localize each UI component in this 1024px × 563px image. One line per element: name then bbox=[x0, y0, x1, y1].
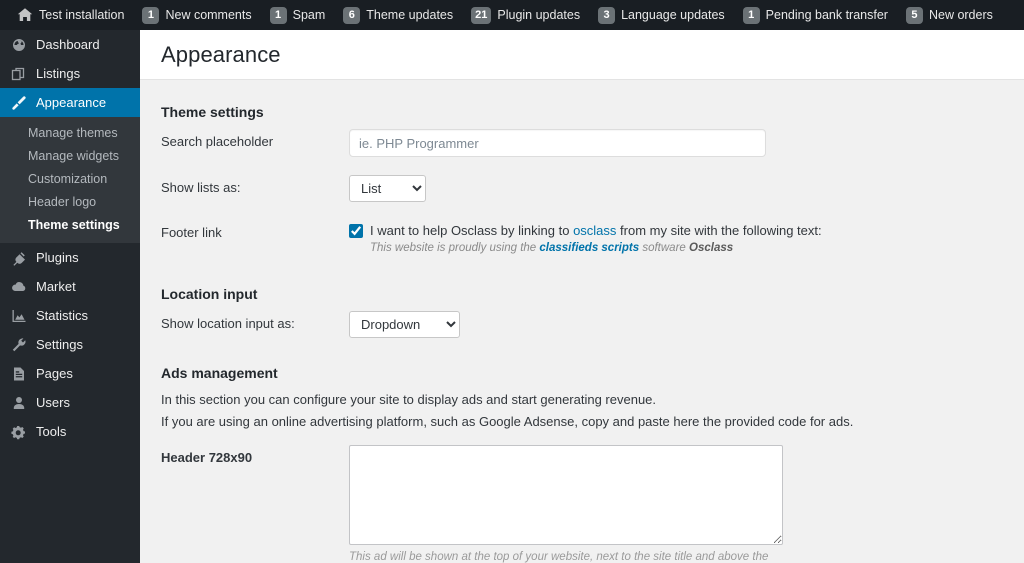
sidebar-item-label: Listings bbox=[36, 66, 81, 81]
row-header-ad: Header 728x90 This ad will be shown at t… bbox=[161, 445, 1003, 563]
badge-count: 1 bbox=[742, 6, 760, 24]
chart-icon bbox=[10, 307, 27, 324]
submenu-item-header-logo[interactable]: Header logo bbox=[0, 191, 140, 214]
badge-count: 5 bbox=[905, 6, 923, 24]
sidebar-item-market[interactable]: Market bbox=[0, 272, 140, 301]
theme-settings-heading: Theme settings bbox=[161, 104, 264, 120]
sidebar: Dashboard Listings Appearance Manage the… bbox=[0, 30, 148, 563]
osclass-link[interactable]: osclass bbox=[573, 223, 616, 238]
badge-count: 21 bbox=[471, 6, 492, 24]
sidebar-item-label: Settings bbox=[36, 337, 83, 352]
footer-link-label: Footer link bbox=[161, 225, 222, 240]
footer-link-preview: This website is proudly using the classi… bbox=[370, 241, 822, 256]
adminbar-item-spam[interactable]: 1 Spam bbox=[261, 0, 335, 30]
adminbar-site-name: Test installation bbox=[39, 8, 125, 22]
location-input-select[interactable]: Dropdown bbox=[349, 311, 460, 338]
submenu-item-manage-widgets[interactable]: Manage widgets bbox=[0, 145, 140, 168]
footer-check-pre: I want to help Osclass by linking to bbox=[370, 223, 570, 238]
adminbar-item-new-comments[interactable]: 1 New comments bbox=[133, 0, 260, 30]
sidebar-item-label: Market bbox=[36, 279, 76, 294]
sidebar-item-statistics[interactable]: Statistics bbox=[0, 301, 140, 330]
adminbar-site-item[interactable]: Test installation bbox=[8, 0, 133, 30]
search-placeholder-label: Search placeholder bbox=[161, 134, 274, 149]
adminbar-item-label: New comments bbox=[165, 8, 252, 22]
admin-bar: Test installation 1 New comments 1 Spam … bbox=[0, 0, 1024, 30]
footer-link-checkbox[interactable] bbox=[349, 224, 363, 238]
dashboard-icon bbox=[10, 36, 27, 53]
sidebar-item-listings[interactable]: Listings bbox=[0, 59, 140, 88]
row-show-lists-as: Show lists as: List bbox=[161, 175, 1003, 202]
page-icon bbox=[10, 365, 27, 382]
sidebar-item-appearance[interactable]: Appearance bbox=[0, 88, 148, 117]
sidebar-item-label: Plugins bbox=[36, 250, 79, 265]
page-title: Appearance bbox=[161, 41, 281, 67]
sidebar-item-label: Pages bbox=[36, 366, 73, 381]
wrench-icon bbox=[10, 336, 27, 353]
footer-sub-pre: This website is proudly using the bbox=[370, 242, 537, 254]
sidebar-item-dashboard[interactable]: Dashboard bbox=[0, 30, 140, 59]
row-search-placeholder: Search placeholder bbox=[161, 129, 1003, 157]
location-input-heading: Location input bbox=[161, 286, 258, 302]
badge-count: 1 bbox=[142, 6, 160, 24]
footer-sub-brand: Osclass bbox=[689, 242, 734, 254]
adminbar-item-label: New orders bbox=[928, 8, 993, 22]
sidebar-item-label: Statistics bbox=[36, 308, 89, 323]
adminbar-item-new-orders[interactable]: 5 New orders bbox=[897, 0, 1002, 30]
sidebar-item-tools[interactable]: Tools bbox=[0, 417, 140, 446]
search-placeholder-input[interactable] bbox=[349, 129, 766, 157]
row-location-input: Show location input as: Dropdown bbox=[161, 311, 1003, 338]
settings-form: Theme settings Search placeholder Show l… bbox=[140, 80, 1024, 563]
appearance-submenu: Manage themes Manage widgets Customizati… bbox=[0, 117, 140, 243]
sidebar-item-plugins[interactable]: Plugins bbox=[0, 243, 140, 272]
ads-desc-line-2: If you are using an online advertising p… bbox=[161, 414, 854, 429]
adminbar-item-label: Language updates bbox=[621, 8, 725, 22]
header-ad-textarea[interactable] bbox=[349, 445, 783, 545]
footer-link-text: I want to help Osclass by linking to osc… bbox=[370, 222, 822, 239]
brush-icon bbox=[10, 94, 27, 111]
adminbar-item-label: Pending bank transfer bbox=[765, 8, 888, 22]
sidebar-item-users[interactable]: Users bbox=[0, 388, 140, 417]
user-icon bbox=[10, 394, 27, 411]
show-lists-select[interactable]: List bbox=[349, 175, 426, 202]
home-icon bbox=[17, 7, 33, 23]
sidebar-item-label: Dashboard bbox=[36, 37, 100, 52]
gears-icon bbox=[10, 423, 27, 440]
footer-sub-mid: software bbox=[642, 242, 686, 254]
submenu-item-customization[interactable]: Customization bbox=[0, 168, 140, 191]
sidebar-item-settings[interactable]: Settings bbox=[0, 330, 140, 359]
classifieds-scripts-link[interactable]: classifieds scripts bbox=[539, 242, 639, 254]
sidebar-item-label: Users bbox=[36, 395, 70, 410]
submenu-item-theme-settings[interactable]: Theme settings bbox=[0, 214, 140, 237]
plug-icon bbox=[10, 249, 27, 266]
location-input-label: Show location input as: bbox=[161, 316, 295, 331]
adminbar-item-label: Spam bbox=[292, 8, 326, 22]
badge-count: 3 bbox=[598, 6, 616, 24]
sidebar-item-pages[interactable]: Pages bbox=[0, 359, 140, 388]
page-header: Appearance bbox=[140, 30, 1024, 80]
header-ad-help: This ad will be shown at the top of your… bbox=[349, 551, 769, 563]
badge-count: 6 bbox=[343, 6, 361, 24]
adminbar-item-theme-updates[interactable]: 6 Theme updates bbox=[334, 0, 462, 30]
listings-icon bbox=[10, 65, 27, 82]
cloud-icon bbox=[10, 278, 27, 295]
show-lists-label: Show lists as: bbox=[161, 180, 241, 195]
footer-check-post: from my site with the following text: bbox=[620, 223, 822, 238]
header-ad-label: Header 728x90 bbox=[161, 450, 253, 465]
sidebar-item-label: Appearance bbox=[36, 95, 107, 110]
ads-desc-line-1: In this section you can configure your s… bbox=[161, 392, 657, 407]
adminbar-item-plugin-updates[interactable]: 21 Plugin updates bbox=[462, 0, 589, 30]
adminbar-item-pending-bank-transfer[interactable]: 1 Pending bank transfer bbox=[734, 0, 897, 30]
sidebar-item-label: Tools bbox=[36, 424, 67, 439]
ads-management-heading: Ads management bbox=[161, 365, 278, 381]
badge-count: 1 bbox=[269, 6, 287, 24]
adminbar-item-label: Theme updates bbox=[366, 8, 454, 22]
row-footer-link: Footer link I want to help Osclass by li… bbox=[161, 220, 1003, 256]
adminbar-item-language-updates[interactable]: 3 Language updates bbox=[589, 0, 734, 30]
adminbar-item-label: Plugin updates bbox=[497, 8, 581, 22]
main-content: Appearance Theme settings Search placeho… bbox=[140, 30, 1024, 563]
submenu-item-manage-themes[interactable]: Manage themes bbox=[0, 122, 140, 145]
